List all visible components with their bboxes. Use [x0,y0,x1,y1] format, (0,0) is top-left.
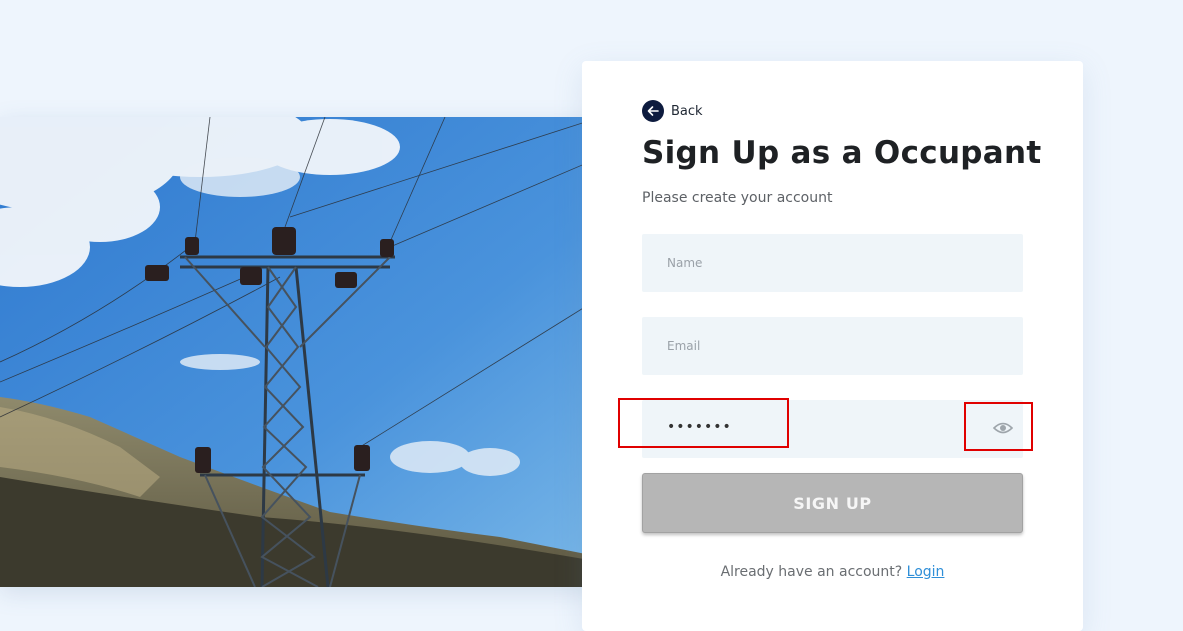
password-input[interactable] [642,400,1023,458]
hero-image [0,117,601,587]
back-button[interactable]: Back [642,100,703,122]
name-field [642,234,1023,292]
page-title: Sign Up as a Occupant [642,135,1042,171]
email-field [642,317,1023,375]
signup-card: Back Sign Up as a Occupant Please create… [582,61,1083,631]
login-prompt: Already have an account? Login [582,564,1083,580]
signup-button[interactable]: SIGN UP [642,473,1023,533]
power-line-tower-illustration [0,117,601,587]
eye-icon[interactable] [992,417,1014,439]
login-prompt-text: Already have an account? [720,564,903,580]
password-field: ••••••• [642,400,1023,458]
email-input[interactable] [642,317,1023,375]
arrow-left-icon [642,100,664,122]
back-label: Back [671,103,703,119]
login-link[interactable]: Login [907,564,945,580]
name-input[interactable] [642,234,1023,292]
page-subtitle: Please create your account [642,190,833,206]
